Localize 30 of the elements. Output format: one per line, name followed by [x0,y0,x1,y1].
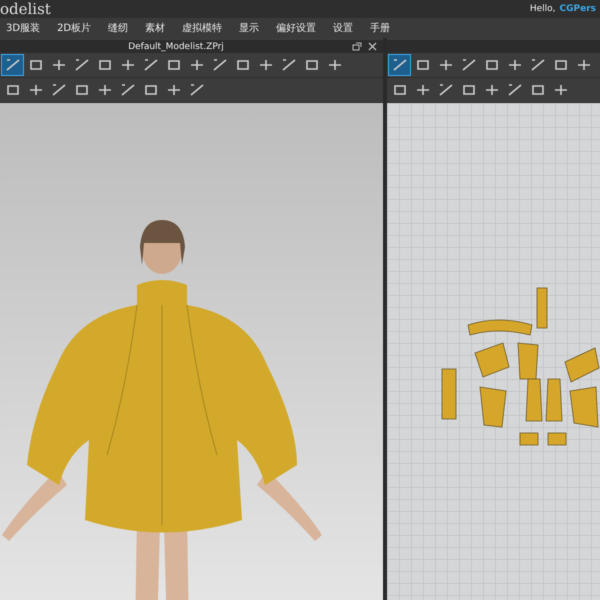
pen-line-icon [460,57,478,73]
pen-line-icon [506,82,524,98]
menu-item[interactable]: 素材 [145,21,166,35]
pen-line-icon [528,57,546,73]
greeting-text: Hello, [530,4,556,14]
pen-line-icon [50,82,68,98]
menu-item[interactable]: 2D板片 [57,21,92,35]
tool-button[interactable] [389,55,410,75]
menu-item[interactable]: 虚拟模特 [182,21,222,35]
menu-item[interactable]: 设置 [333,21,354,35]
pen-line-icon [4,57,22,73]
pen-line-icon [210,57,228,73]
menu-item[interactable]: 偏好设置 [276,21,316,35]
pen-line-icon [390,57,408,73]
pen-line-icon [280,57,298,73]
pen-line-icon [436,82,454,98]
app-title: odelist [0,0,52,18]
pen-line-icon [72,57,90,73]
pen-line-icon [188,82,206,98]
menu-item[interactable]: 显示 [239,21,260,35]
user-link[interactable]: CGPers [560,4,596,14]
viewport-title: Default_Modelist.ZPrj [127,42,225,52]
close-icon[interactable] [368,42,377,51]
tool-button[interactable] [2,55,23,75]
restore-icon[interactable] [352,42,362,51]
menu-item[interactable]: 缝纫 [108,21,128,35]
pen-line-icon [142,57,160,73]
menu-item[interactable]: 手册 [370,21,390,35]
menu-item[interactable]: 3D服装 [6,21,40,35]
pen-line-icon [118,82,136,98]
